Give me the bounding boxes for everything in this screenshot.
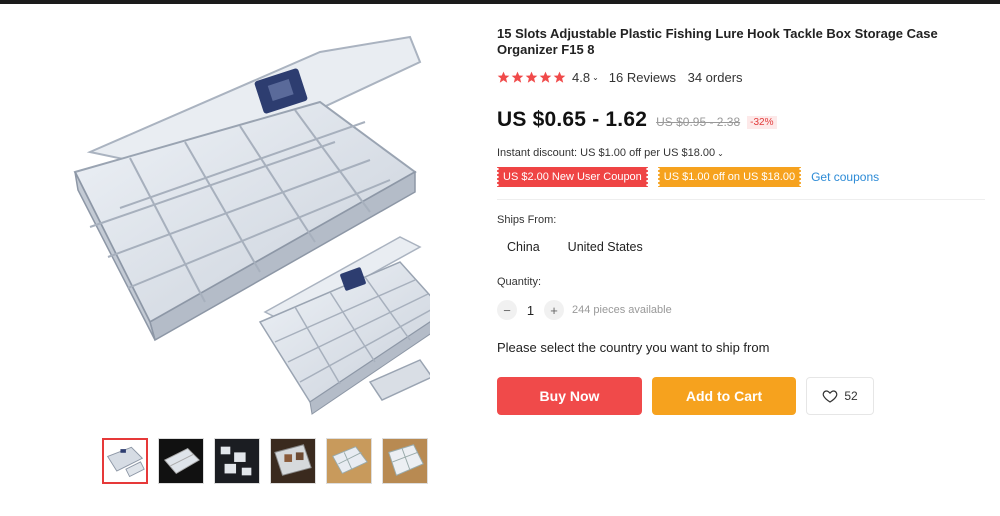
- add-to-cart-button[interactable]: Add to Cart: [652, 377, 796, 415]
- buy-now-button[interactable]: Buy Now: [497, 377, 642, 415]
- original-price: US $0.95 - 2.38: [656, 115, 741, 129]
- star-icon: [553, 71, 566, 83]
- new-user-coupon[interactable]: US $2.00 New User Coupon: [496, 167, 649, 187]
- rating-row: 4.8 ⌄ 16 Reviews 34 orders: [497, 70, 987, 85]
- wishlist-button[interactable]: 52: [806, 377, 874, 415]
- thumbnail-3[interactable]: [214, 438, 260, 484]
- thumbnail-2[interactable]: [158, 438, 204, 484]
- divider: [497, 199, 985, 200]
- stock-available: 244 pieces available: [572, 304, 672, 316]
- action-buttons: Buy Now Add to Cart 52: [497, 377, 987, 415]
- get-coupons-link[interactable]: Get coupons: [811, 170, 879, 184]
- thumbnail-5[interactable]: [326, 438, 372, 484]
- thumbnail-strip: [102, 438, 428, 484]
- store-coupon[interactable]: US $1.00 off on US $18.00: [656, 167, 803, 187]
- rating-value[interactable]: 4.8: [572, 70, 590, 85]
- ship-from-message: Please select the country you want to sh…: [497, 340, 770, 355]
- reviews-link[interactable]: 16 Reviews: [609, 70, 676, 85]
- ships-from-options: China United States: [507, 240, 987, 254]
- coupon-row: US $2.00 New User Coupon US $1.00 off on…: [496, 167, 987, 187]
- quantity-value[interactable]: 1: [517, 303, 544, 318]
- wishlist-count: 52: [844, 389, 858, 403]
- ships-from-label: Ships From:: [497, 214, 557, 226]
- main-product-image[interactable]: [70, 22, 447, 422]
- chevron-down-icon[interactable]: ⌄: [592, 73, 599, 82]
- thumbnail-1[interactable]: [102, 438, 148, 484]
- current-price: US $0.65 - 1.62: [497, 108, 648, 131]
- star-icon: [511, 71, 524, 83]
- instant-discount-text: Instant discount: US $1.00 off per US $1…: [497, 147, 716, 159]
- thumbnail-6[interactable]: [382, 438, 428, 484]
- tackle-box-illustration: [73, 35, 447, 415]
- chevron-down-icon: ⌄: [717, 149, 724, 158]
- orders-count: 34 orders: [687, 70, 743, 85]
- top-bar: [0, 0, 1000, 4]
- discount-badge: -32%: [747, 116, 777, 129]
- quantity-increase-button[interactable]: +: [544, 300, 564, 320]
- rating-stars: [497, 71, 566, 84]
- star-icon: [539, 71, 552, 83]
- star-icon: [497, 71, 510, 83]
- quantity-decrease-button[interactable]: −: [497, 300, 517, 320]
- ships-from-united-states[interactable]: United States: [568, 240, 643, 254]
- product-info-panel: 15 Slots Adjustable Plastic Fishing Lure…: [496, 26, 987, 415]
- quantity-label: Quantity:: [497, 276, 542, 288]
- price-row: US $0.65 - 1.62 US $0.95 - 2.38 -32%: [497, 108, 987, 132]
- heart-icon: [822, 390, 838, 403]
- instant-discount[interactable]: Instant discount: US $1.00 off per US $1…: [497, 147, 987, 159]
- product-title: 15 Slots Adjustable Plastic Fishing Lure…: [497, 26, 938, 57]
- thumbnail-4[interactable]: [270, 438, 316, 484]
- star-icon: [525, 71, 538, 83]
- ships-from-china[interactable]: China: [507, 240, 540, 254]
- quantity-stepper: − 1 + 244 pieces available: [497, 300, 987, 320]
